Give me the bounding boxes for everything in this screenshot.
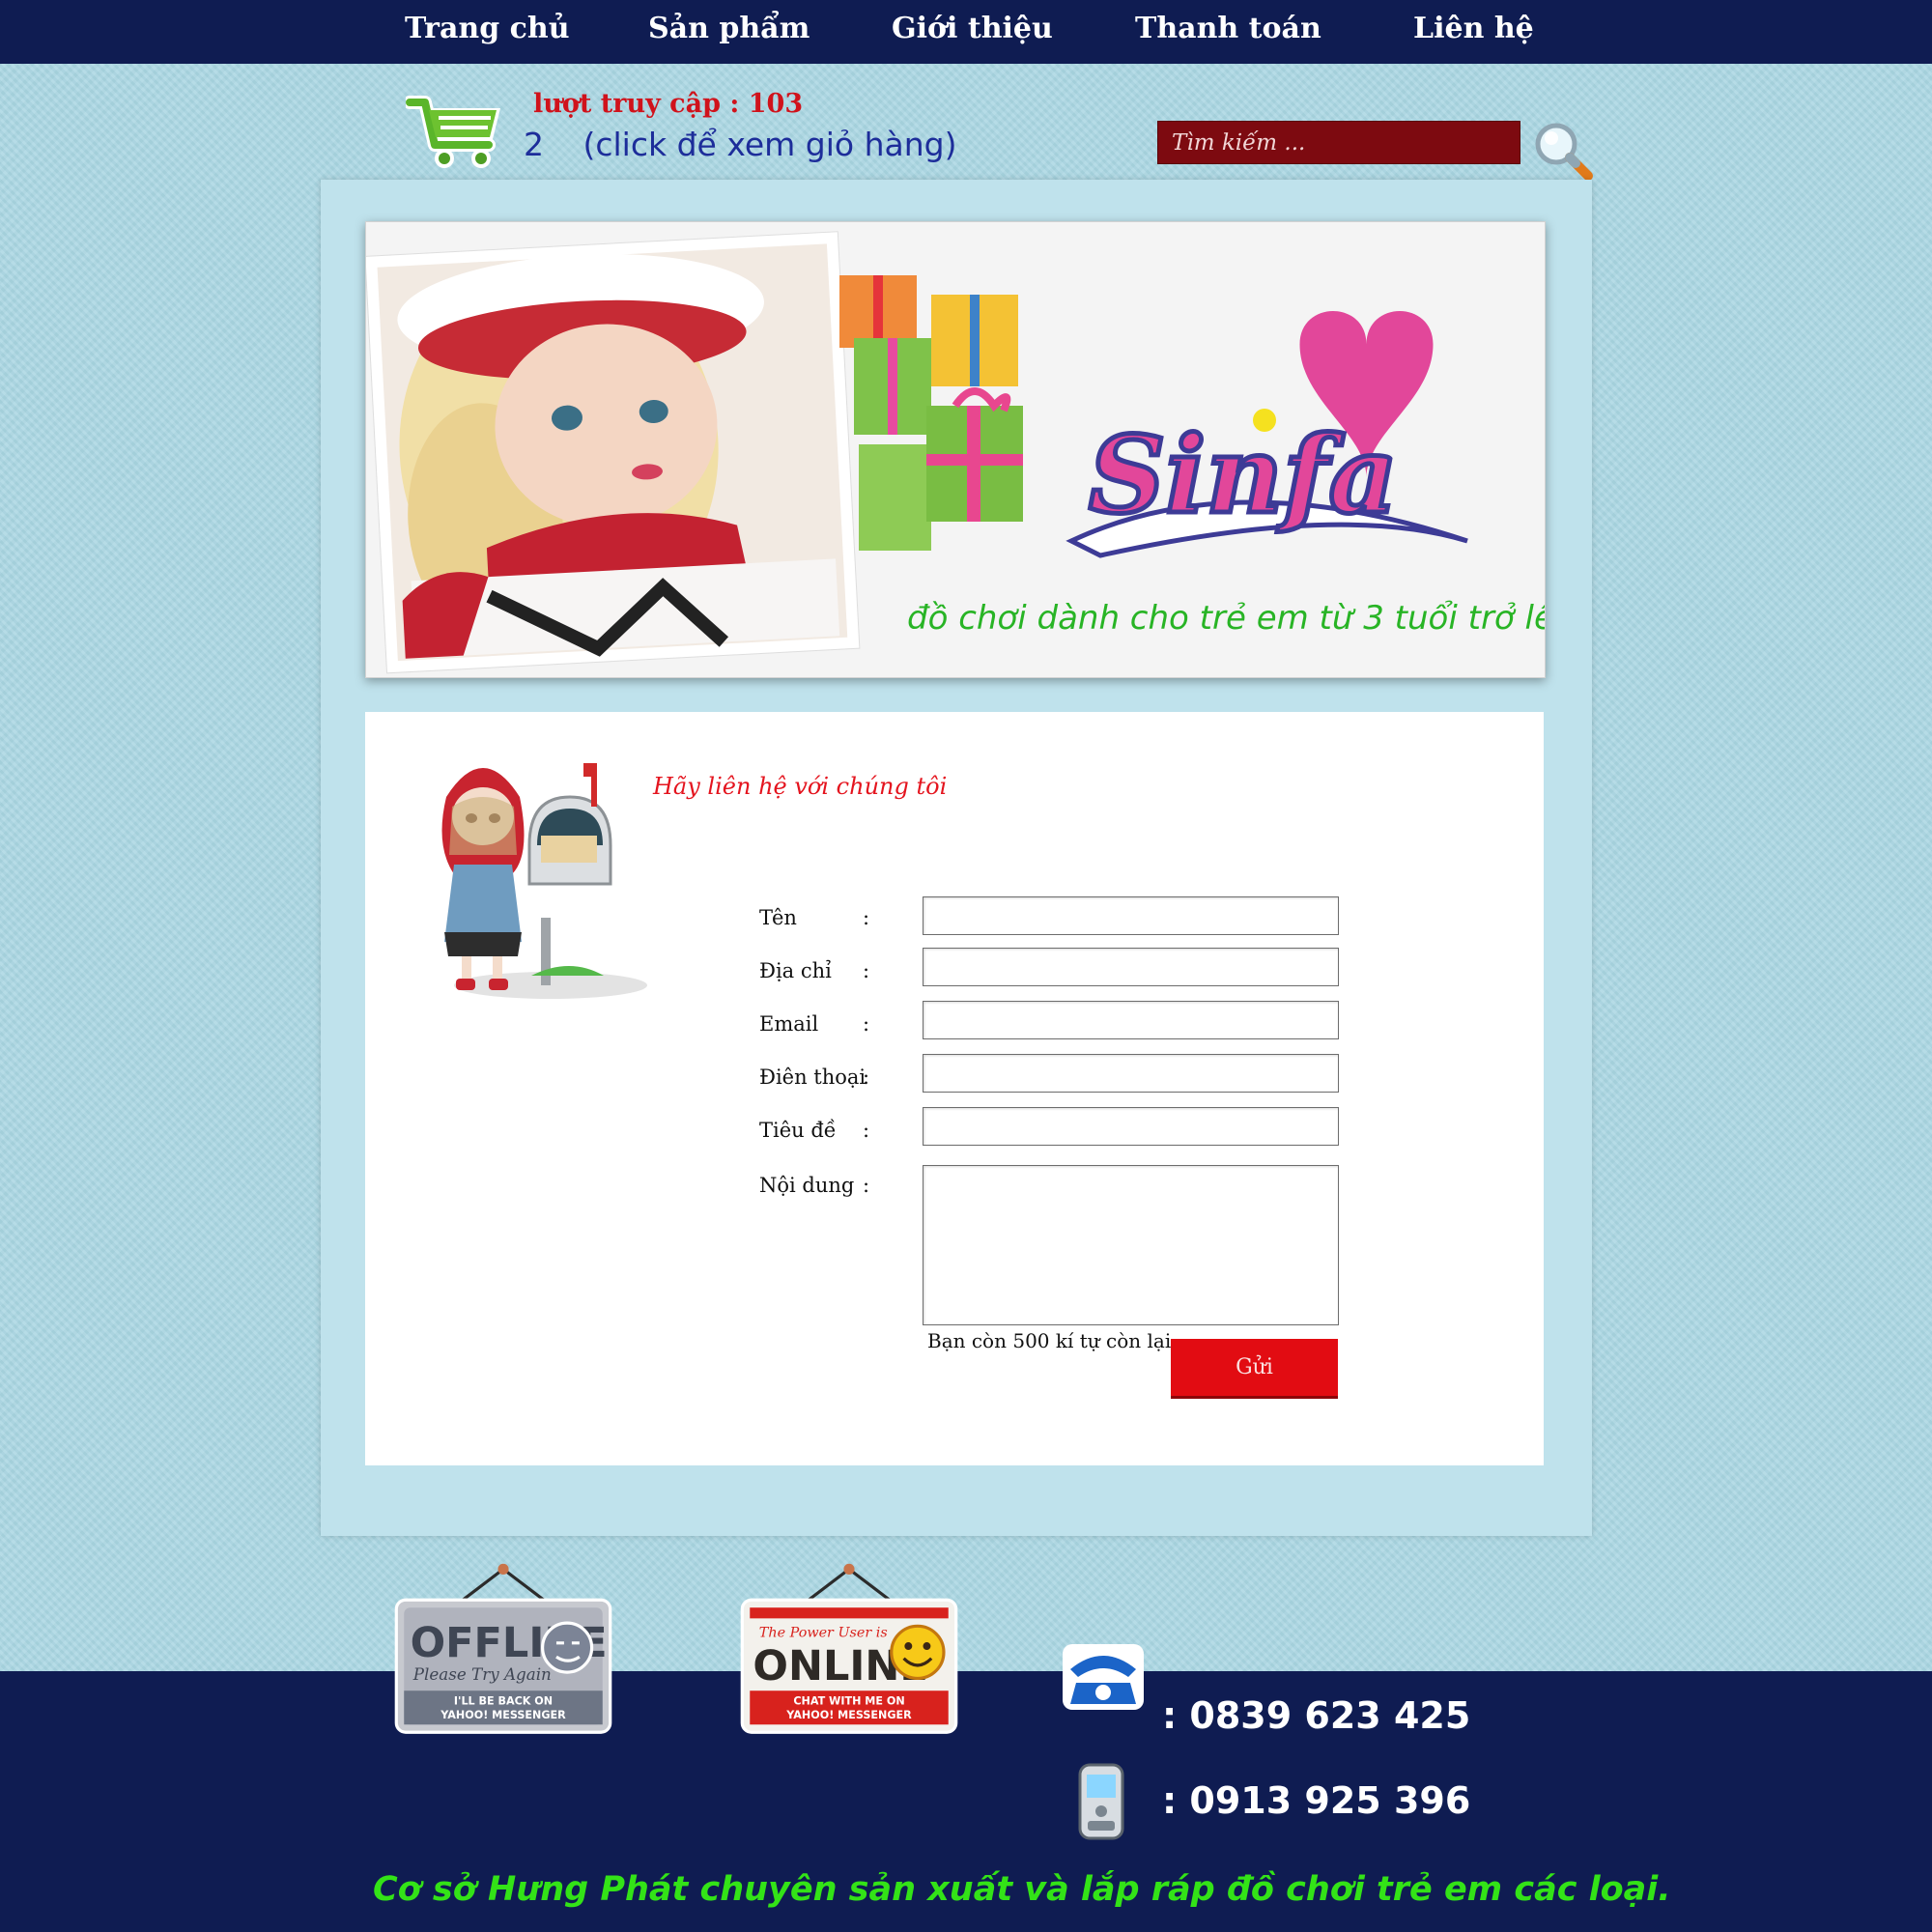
yahoo-offline-badge[interactable]: OFFLINE Please Try Again I'LL BE BACK ON…: [365, 1563, 641, 1737]
label-address: Địa chỉ: [759, 959, 832, 982]
subject-field[interactable]: [923, 1107, 1339, 1146]
online-caption-1: CHAT WITH ME ON: [793, 1695, 904, 1708]
yahoo-online-badge[interactable]: The Power User is ONLINE CHAT WITH ME ON…: [711, 1563, 987, 1737]
nav-item-products[interactable]: Sản phẩm: [648, 12, 810, 45]
nav-item-home[interactable]: Trang chủ: [405, 12, 570, 45]
offline-subtitle: Please Try Again: [412, 1664, 552, 1684]
label-colon: :: [863, 1119, 870, 1142]
cart-count: 2: [524, 126, 544, 163]
cart-link-text: (click để xem giỏ hàng): [582, 126, 957, 163]
visit-counter: lượt truy cập : 103: [533, 89, 804, 119]
label-name: Tên: [759, 906, 797, 929]
telephone-icon: [1063, 1644, 1144, 1710]
label-subject: Tiêu đề: [759, 1119, 837, 1142]
offline-caption-1: I'LL BE BACK ON: [454, 1695, 553, 1708]
doll-mailbox-illustration: [441, 763, 647, 999]
sinfa-logo: Sinfa: [1065, 311, 1468, 558]
char-remaining-text: Bạn còn 500 kí tự còn lại: [927, 1329, 1172, 1352]
mobile-phone-icon: [1078, 1763, 1124, 1840]
footer-tagline: Cơ sở Hưng Phát chuyên sản xuất và lắp r…: [373, 1870, 1671, 1909]
label-colon: :: [863, 1012, 870, 1036]
cart-summary-link[interactable]: 2 (click để xem giỏ hàng): [524, 126, 956, 163]
message-textarea[interactable]: [923, 1165, 1339, 1325]
email-field[interactable]: [923, 1001, 1339, 1039]
send-button[interactable]: Gửi: [1171, 1339, 1338, 1399]
label-colon: :: [863, 959, 870, 982]
nav-item-about[interactable]: Giới thiệu: [892, 12, 1053, 45]
name-field[interactable]: [923, 896, 1339, 935]
label-phone: Điên thoại: [759, 1065, 867, 1089]
nav-item-payment[interactable]: Thanh toán: [1135, 12, 1321, 45]
gift-boxes: [839, 275, 1023, 551]
shopping-cart-icon[interactable]: [406, 89, 506, 174]
phone-field[interactable]: [923, 1054, 1339, 1093]
label-email: Email: [759, 1012, 819, 1036]
online-top-text: The Power User is: [759, 1625, 888, 1640]
address-field[interactable]: [923, 948, 1339, 986]
label-colon: :: [863, 906, 870, 929]
label-content: Nội dung: [759, 1174, 855, 1197]
landline-number: : 0839 623 425: [1162, 1694, 1471, 1737]
contact-title: Hãy liên hệ với chúng tôi: [653, 773, 948, 800]
label-colon: :: [863, 1065, 870, 1089]
top-navigation: Trang chủ Sản phẩm Giới thiệu Thanh toán…: [0, 0, 1932, 64]
offline-caption-2: YAHOO! MESSENGER: [440, 1709, 566, 1721]
label-colon: :: [863, 1174, 870, 1197]
sinfa-logo-text: Sinfa: [1089, 412, 1398, 537]
online-caption-2: YAHOO! MESSENGER: [785, 1709, 912, 1721]
mobile-number: : 0913 925 396: [1162, 1779, 1471, 1822]
banner-slogan: đồ chơi dành cho trẻ em từ 3 tuổi trở lê…: [907, 599, 1546, 638]
search-icon[interactable]: [1530, 118, 1594, 182]
banner: Sinfa đồ chơi dành cho trẻ em từ 3 tuổi …: [365, 221, 1546, 678]
nav-item-contact[interactable]: Liên hệ: [1413, 12, 1534, 45]
search-input[interactable]: [1157, 121, 1520, 164]
